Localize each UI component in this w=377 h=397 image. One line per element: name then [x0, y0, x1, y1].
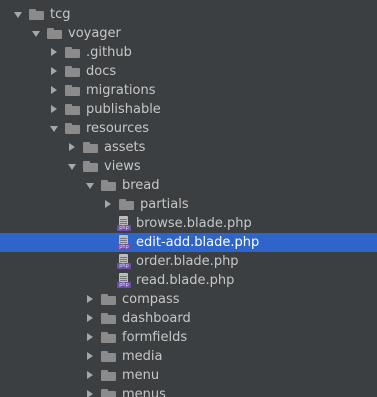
tree-item-label: assets: [104, 140, 146, 155]
chevron-down-icon[interactable]: [48, 119, 60, 138]
tree-folder-row[interactable]: assets: [0, 138, 377, 157]
chevron-right-icon[interactable]: [48, 62, 60, 81]
tree-item-label: views: [104, 159, 141, 174]
php-badge: php: [117, 282, 131, 288]
php-badge: php: [117, 244, 131, 250]
folder-icon: [47, 28, 63, 39]
tree-item-label: media: [122, 349, 163, 364]
tree-folder-row[interactable]: formfields: [0, 328, 377, 347]
tree-folder-row[interactable]: tcg: [0, 5, 377, 24]
tree-item-label: publishable: [86, 102, 161, 117]
tree-folder-row[interactable]: views: [0, 157, 377, 176]
tree-file-row[interactable]: php order.blade.php: [0, 252, 377, 271]
chevron-right-icon[interactable]: [84, 366, 96, 385]
tree-item-label: browse.blade.php: [136, 216, 252, 231]
tree-item-label: menu: [122, 368, 160, 383]
tree-item-label: tcg: [50, 7, 71, 22]
folder-icon: [119, 199, 135, 210]
tree-item-label: bread: [122, 178, 160, 193]
tree-folder-row[interactable]: dashboard: [0, 309, 377, 328]
tree-file-row[interactable]: php browse.blade.php: [0, 214, 377, 233]
project-tree: tcg voyager .github docs migrations publishab…: [0, 0, 377, 397]
php-file-icon: php: [117, 254, 131, 269]
folder-icon: [101, 180, 117, 191]
chevron-right-icon[interactable]: [84, 385, 96, 397]
php-badge: php: [117, 225, 131, 231]
chevron-right-icon[interactable]: [48, 81, 60, 100]
tree-item-label: docs: [86, 64, 117, 79]
clipped-row-above: [0, 0, 377, 2]
chevron-down-icon[interactable]: [30, 24, 42, 43]
chevron-down-icon[interactable]: [84, 176, 96, 195]
tree-folder-row[interactable]: media: [0, 347, 377, 366]
chevron-right-icon[interactable]: [84, 290, 96, 309]
folder-icon: [29, 9, 45, 20]
folder-icon: [83, 161, 99, 172]
tree-item-label: resources: [86, 121, 150, 136]
chevron-right-icon[interactable]: [102, 195, 114, 214]
folder-icon: [65, 104, 81, 115]
folder-icon: [101, 370, 117, 381]
tree-item-label: dashboard: [122, 311, 191, 326]
chevron-down-icon[interactable]: [12, 5, 24, 24]
tree-item-label: formfields: [122, 330, 188, 345]
tree-item-label: voyager: [68, 26, 121, 41]
tree-folder-row[interactable]: menu: [0, 366, 377, 385]
folder-icon: [101, 332, 117, 343]
chevron-right-icon[interactable]: [48, 43, 60, 62]
tree-folder-row[interactable]: bread: [0, 176, 377, 195]
chevron-right-icon[interactable]: [84, 309, 96, 328]
tree-folder-row[interactable]: voyager: [0, 24, 377, 43]
tree-folder-row[interactable]: partials: [0, 195, 377, 214]
php-file-icon: php: [117, 273, 131, 288]
tree-item-label: read.blade.php: [136, 273, 235, 288]
chevron-right-icon[interactable]: [66, 138, 78, 157]
tree-folder-row[interactable]: .github: [0, 43, 377, 62]
tree-item-label: compass: [122, 292, 180, 307]
php-file-icon: php: [117, 235, 131, 250]
tree-item-label: partials: [140, 197, 189, 212]
tree-item-label: edit-add.blade.php: [136, 235, 260, 250]
chevron-right-icon[interactable]: [84, 328, 96, 347]
tree-folder-row[interactable]: publishable: [0, 100, 377, 119]
tree-item-label: .github: [86, 45, 132, 60]
tree-file-row[interactable]: php edit-add.blade.php: [0, 233, 377, 252]
chevron-right-icon[interactable]: [48, 100, 60, 119]
tree-folder-row[interactable]: menus: [0, 385, 377, 397]
tree-item-label: migrations: [86, 83, 156, 98]
php-file-icon: php: [117, 216, 131, 231]
php-badge: php: [117, 263, 131, 269]
tree-folder-row[interactable]: resources: [0, 119, 377, 138]
folder-icon: [101, 389, 117, 397]
tree-folder-row[interactable]: docs: [0, 62, 377, 81]
folder-icon: [101, 294, 117, 305]
folder-icon: [65, 66, 81, 77]
folder-icon: [101, 351, 117, 362]
folder-icon: [65, 123, 81, 134]
tree-item-label: order.blade.php: [136, 254, 239, 269]
chevron-right-icon[interactable]: [84, 347, 96, 366]
tree-folder-row[interactable]: migrations: [0, 81, 377, 100]
folder-icon: [65, 47, 81, 58]
chevron-down-icon[interactable]: [66, 157, 78, 176]
tree-item-label: menus: [122, 387, 166, 397]
tree-file-row[interactable]: php read.blade.php: [0, 271, 377, 290]
tree-folder-row[interactable]: compass: [0, 290, 377, 309]
folder-icon: [83, 142, 99, 153]
folder-icon: [65, 85, 81, 96]
folder-icon: [101, 313, 117, 324]
